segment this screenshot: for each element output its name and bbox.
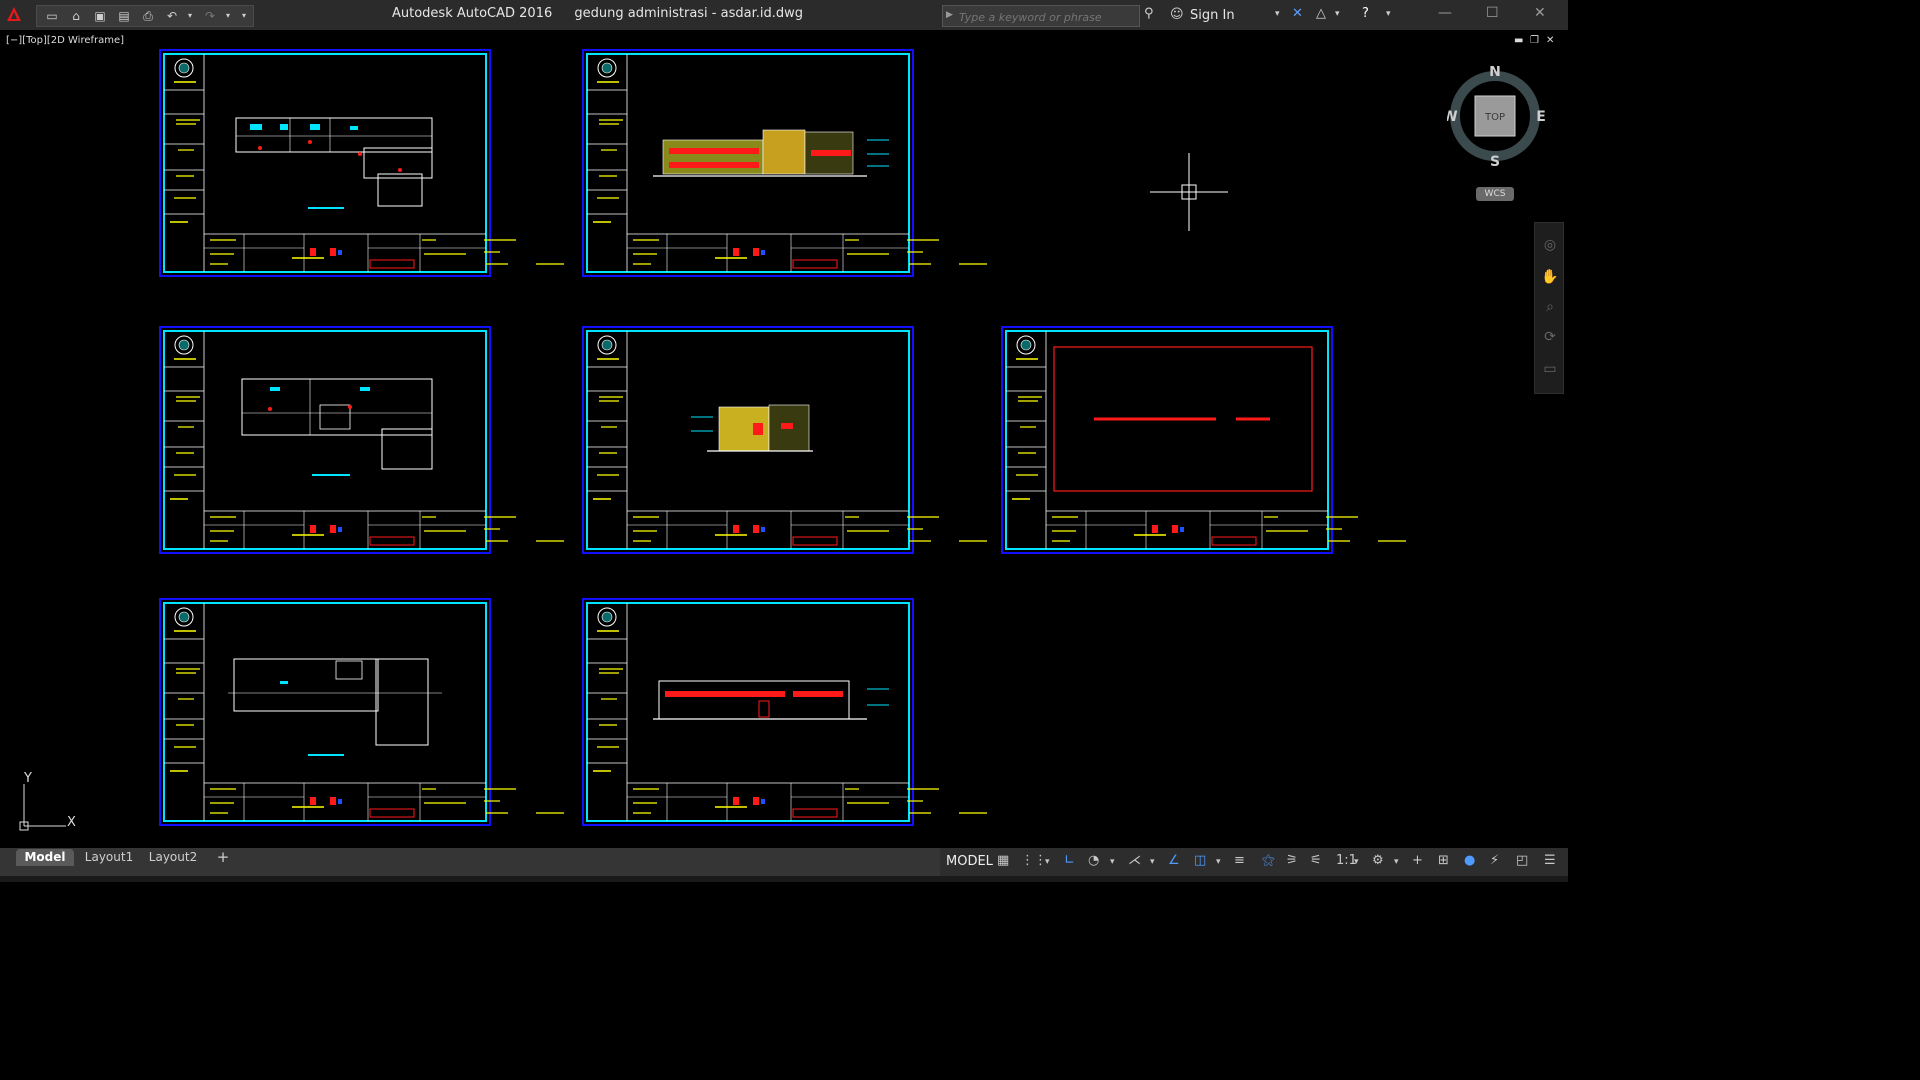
sheet-site-plan[interactable] bbox=[1001, 326, 1407, 554]
annotation-scale-dropdown-icon[interactable]: ▾ bbox=[1354, 857, 1359, 867]
polar-tracking-icon[interactable]: ◔ bbox=[1088, 853, 1099, 868]
snap-icon[interactable]: ⋮⋮ bbox=[1021, 853, 1047, 868]
tab-layout2[interactable]: Layout2 bbox=[144, 849, 202, 866]
pan-icon[interactable]: ✋ bbox=[1541, 269, 1559, 287]
annotation-monitor-icon[interactable]: ⚝ bbox=[1262, 853, 1275, 868]
sheet-floor-plan-1[interactable] bbox=[159, 49, 565, 277]
ucs-icon: Y X bbox=[19, 771, 76, 831]
lineweight-icon[interactable]: ≡ bbox=[1234, 853, 1245, 868]
compass-west[interactable]: W bbox=[1447, 109, 1458, 125]
clean-screen-icon[interactable]: ◰ bbox=[1516, 853, 1528, 868]
workspace-gear-icon[interactable]: ⚙ bbox=[1372, 853, 1384, 868]
model-space-canvas[interactable] bbox=[0, 0, 1568, 882]
object-snap-dropdown-icon[interactable]: ▾ bbox=[1216, 857, 1221, 867]
object-snap-icon[interactable]: ◫ bbox=[1194, 853, 1206, 868]
object-snap-tracking-icon[interactable]: ∠ bbox=[1168, 853, 1180, 868]
sheet-section[interactable] bbox=[582, 598, 988, 826]
showmotion-icon[interactable]: ▭ bbox=[1541, 361, 1559, 379]
ortho-icon[interactable]: ∟ bbox=[1064, 853, 1075, 868]
isolate-objects-icon[interactable]: ● bbox=[1464, 853, 1475, 868]
tab-layout1[interactable]: Layout1 bbox=[80, 849, 138, 866]
new-layout-button[interactable]: + bbox=[212, 849, 234, 866]
wcs-menu[interactable]: WCS bbox=[1476, 187, 1514, 201]
annotation-monitor-plus-icon[interactable]: + bbox=[1412, 853, 1423, 868]
model-space-toggle[interactable]: MODEL bbox=[946, 854, 993, 869]
autoscale-icon[interactable]: ⚟ bbox=[1310, 853, 1322, 868]
viewcube[interactable]: TOP N S E W bbox=[1447, 66, 1547, 166]
compass-south[interactable]: S bbox=[1490, 154, 1500, 166]
bottom-edge bbox=[0, 876, 1568, 882]
sheet-roof-plan[interactable] bbox=[159, 598, 565, 826]
customization-menu-icon[interactable]: ☰ bbox=[1544, 853, 1556, 868]
units-icon[interactable]: ⊞ bbox=[1438, 853, 1449, 868]
sheet-elevation-2[interactable] bbox=[582, 326, 988, 554]
isodraft-dropdown-icon[interactable]: ▾ bbox=[1150, 857, 1155, 867]
hardware-acceleration-icon[interactable]: ⚡ bbox=[1490, 853, 1499, 868]
isodraft-icon[interactable]: ⋌ bbox=[1128, 853, 1141, 868]
polar-dropdown-icon[interactable]: ▾ bbox=[1110, 857, 1115, 867]
tab-model[interactable]: Model bbox=[16, 849, 74, 866]
compass-east[interactable]: E bbox=[1536, 109, 1546, 125]
sheet-floor-plan-2[interactable] bbox=[159, 326, 565, 554]
workspace-dropdown-icon[interactable]: ▾ bbox=[1394, 857, 1399, 867]
sheet-elevation-1[interactable] bbox=[582, 49, 988, 277]
navigation-bar: ◎ ✋ ⌕ ⟳ ▭ bbox=[1534, 222, 1564, 394]
compass-north[interactable]: N bbox=[1489, 66, 1501, 80]
ucs-y-label: Y bbox=[23, 771, 32, 786]
annotation-visibility-icon[interactable]: ⚞ bbox=[1286, 853, 1298, 868]
steering-wheel-icon[interactable]: ◎ bbox=[1541, 237, 1559, 255]
viewcube-face-label: TOP bbox=[1484, 112, 1505, 123]
crosshair-cursor bbox=[1150, 153, 1228, 231]
orbit-icon[interactable]: ⟳ bbox=[1541, 329, 1559, 347]
ucs-x-label: X bbox=[67, 815, 76, 830]
grid-icon[interactable]: ▦ bbox=[997, 853, 1009, 868]
snap-dropdown-icon[interactable]: ▾ bbox=[1045, 857, 1050, 867]
zoom-extents-icon[interactable]: ⌕ bbox=[1541, 299, 1559, 317]
